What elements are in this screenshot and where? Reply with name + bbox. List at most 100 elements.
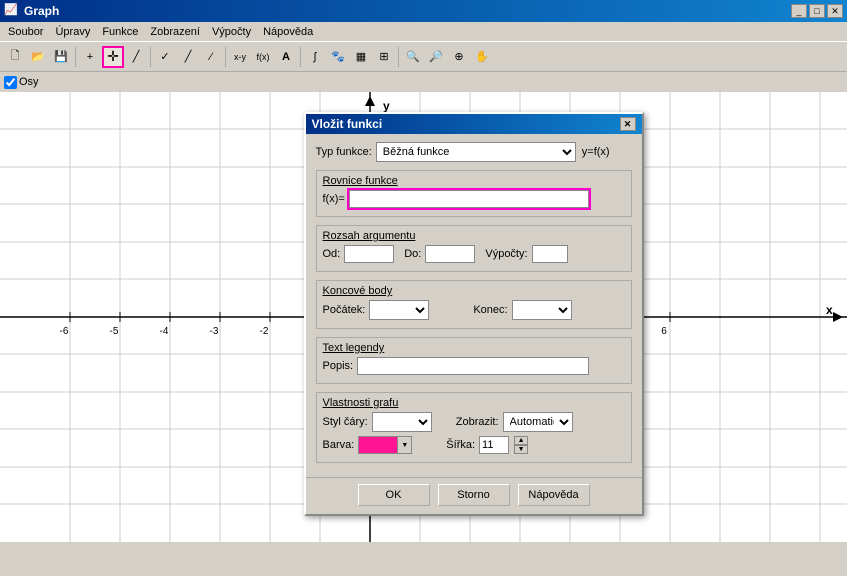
vlastnosti-row1: Styl čáry: Zobrazit: AutomaticManual: [323, 412, 625, 432]
od-label: Od:: [323, 248, 341, 260]
osy-checkbox[interactable]: [4, 76, 17, 89]
window-title: Graph: [24, 4, 791, 18]
storno-button[interactable]: Storno: [438, 484, 510, 506]
dialog-body: Typ funkce: Běžná funkceParametrická fun…: [306, 134, 642, 477]
ok-button[interactable]: OK: [358, 484, 430, 506]
typ-funkce-section: Typ funkce: Běžná funkceParametrická fun…: [316, 142, 632, 162]
dialog-title-text: Vložit funkci: [312, 117, 383, 131]
text-button[interactable]: A: [275, 46, 297, 68]
barva-label: Barva:: [323, 439, 355, 451]
app-icon: 📈: [4, 3, 20, 19]
popis-row: Popis:: [323, 357, 625, 375]
dialog-vložit-funkci: Vložit funkci ✕ Typ funkce: Běžná funkce…: [304, 112, 644, 516]
popis-label: Popis:: [323, 360, 354, 372]
toolbar: 🗋 📂 💾 + ✛ ╱ ✓ ╱ ⁄ x-y f(x) A ∫ 🐾 ▦ ⊞ 🔍 🔎…: [0, 42, 847, 72]
window-controls: _ □ ✕: [791, 4, 843, 18]
menu-bar: Soubor Úpravy Funkce Zobrazení Výpočty N…: [0, 22, 847, 42]
menu-upravy[interactable]: Úpravy: [49, 24, 96, 40]
typ-funkce-label: Typ funkce:: [316, 146, 372, 158]
point-button[interactable]: 🐾: [327, 46, 349, 68]
graph-area: -6 -5 -4 -3 -2 -1 1 2 3 4 5 6 5 4 3 2 1 …: [0, 92, 847, 542]
save-button[interactable]: 💾: [50, 46, 72, 68]
spinner-down[interactable]: ▼: [514, 445, 528, 454]
zobrazit-select[interactable]: AutomaticManual: [503, 412, 573, 432]
do-label: Do:: [404, 248, 421, 260]
menu-soubor[interactable]: Soubor: [2, 24, 49, 40]
koncove-row: Počátek: Konec:: [323, 300, 625, 320]
do-input[interactable]: [425, 245, 475, 263]
crosshair-button[interactable]: ✛: [102, 46, 124, 68]
fx-button[interactable]: f(x): [252, 46, 274, 68]
xy-button[interactable]: x-y: [229, 46, 251, 68]
rovnice-section: Rovnice funkce f(x)=: [316, 170, 632, 217]
fx-input[interactable]: [349, 190, 589, 208]
dialog-overlay: Vložit funkci ✕ Typ funkce: Běžná funkce…: [0, 92, 847, 542]
zoom-in-button[interactable]: 🔍: [402, 46, 424, 68]
vypocty-input[interactable]: [532, 245, 568, 263]
barva-picker[interactable]: ▼: [358, 436, 412, 454]
hand-button[interactable]: ✋: [471, 46, 493, 68]
od-input[interactable]: [344, 245, 394, 263]
fx-label: f(x)=: [323, 193, 345, 205]
osy-label: Osy: [19, 76, 39, 88]
sep4: [300, 47, 301, 67]
rovnice-row: f(x)=: [323, 190, 625, 208]
sep5: [398, 47, 399, 67]
line-tool-button[interactable]: ╱: [125, 46, 147, 68]
minimize-btn[interactable]: _: [791, 4, 807, 18]
vlastnosti-title: Vlastnosti grafu: [323, 397, 625, 409]
rozsah-section: Rozsah argumentu Od: Do: Výpočty:: [316, 225, 632, 272]
barva-swatch: [358, 436, 398, 454]
pocatek-select[interactable]: [369, 300, 429, 320]
sep2: [150, 47, 151, 67]
rozsah-row: Od: Do: Výpočty:: [323, 245, 625, 263]
new-button[interactable]: 🗋: [4, 46, 26, 68]
sep1: [75, 47, 76, 67]
shade-button[interactable]: ▦: [350, 46, 372, 68]
zoom-fit-button[interactable]: ⊕: [448, 46, 470, 68]
konec-label: Konec:: [473, 304, 507, 316]
koncove-body-section: Koncové body Počátek: Konec:: [316, 280, 632, 329]
sep3: [225, 47, 226, 67]
close-btn[interactable]: ✕: [827, 4, 843, 18]
vlastnosti-row2: Barva: ▼ Šířka: ▲ ▼: [323, 436, 625, 454]
dialog-buttons: OK Storno Nápověda: [306, 477, 642, 514]
dialog-close-button[interactable]: ✕: [620, 117, 636, 131]
maximize-btn[interactable]: □: [809, 4, 825, 18]
curve-button[interactable]: ∫: [304, 46, 326, 68]
zoom-out-button[interactable]: 🔎: [425, 46, 447, 68]
sirka-spinner[interactable]: ▲ ▼: [514, 436, 528, 454]
table-button[interactable]: ⊞: [373, 46, 395, 68]
dialog-title-bar: Vložit funkci ✕: [306, 114, 642, 134]
text-legendy-section: Text legendy Popis:: [316, 337, 632, 384]
menu-zobrazeni[interactable]: Zobrazení: [144, 24, 206, 40]
sirka-label: Šířka:: [446, 439, 475, 451]
popis-input[interactable]: [357, 357, 589, 375]
typ-funkce-select[interactable]: Běžná funkceParametrická funkcePolární f…: [376, 142, 576, 162]
text-legendy-title: Text legendy: [323, 342, 625, 354]
styl-label: Styl čáry:: [323, 416, 368, 428]
pocatek-label: Počátek:: [323, 304, 366, 316]
rozsah-title: Rozsah argumentu: [323, 230, 625, 242]
menu-vypocty[interactable]: Výpočty: [206, 24, 257, 40]
styl-select[interactable]: [372, 412, 432, 432]
menu-funkce[interactable]: Funkce: [96, 24, 144, 40]
spinner-up[interactable]: ▲: [514, 436, 528, 445]
sirka-input[interactable]: [479, 436, 509, 454]
vlastnosti-section: Vlastnosti grafu Styl čáry: Zobrazit: Au…: [316, 392, 632, 463]
vypocty-label: Výpočty:: [485, 248, 527, 260]
rovnice-title: Rovnice funkce: [323, 175, 625, 187]
menu-napoveda[interactable]: Nápověda: [257, 24, 319, 40]
style2-button[interactable]: ⁄: [200, 46, 222, 68]
koncove-body-title: Koncové body: [323, 285, 625, 297]
konec-select[interactable]: [512, 300, 572, 320]
open-button[interactable]: 📂: [27, 46, 49, 68]
checkbox-row: Osy: [0, 72, 847, 92]
style1-button[interactable]: ╱: [177, 46, 199, 68]
add-button[interactable]: +: [79, 46, 101, 68]
napoveda-button[interactable]: Nápověda: [518, 484, 590, 506]
barva-dropdown-icon[interactable]: ▼: [398, 436, 412, 454]
title-bar: 📈 Graph _ □ ✕: [0, 0, 847, 22]
check-button[interactable]: ✓: [154, 46, 176, 68]
zobrazit-label: Zobrazit:: [456, 416, 499, 428]
